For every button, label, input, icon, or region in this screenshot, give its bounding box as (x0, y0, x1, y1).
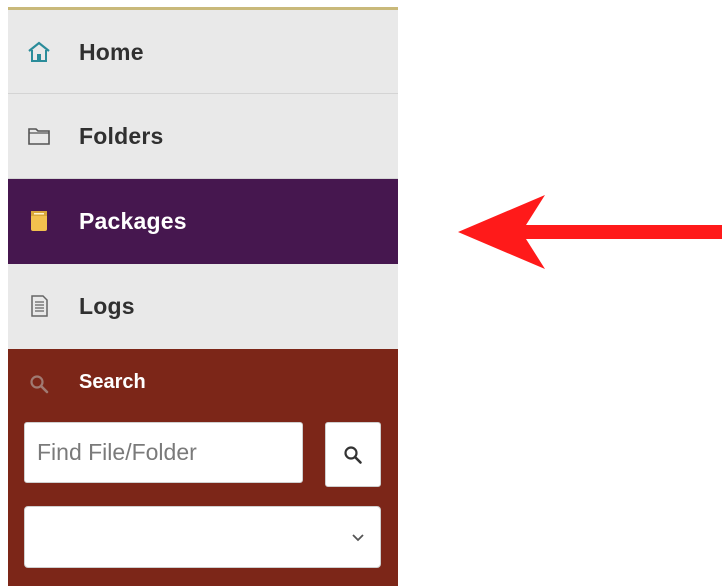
search-panel: Search (8, 349, 398, 586)
sidebar-item-label: Folders (79, 123, 164, 149)
package-icon (31, 211, 47, 231)
sidebar-item-label: Logs (79, 293, 135, 319)
magnifier-icon (344, 445, 362, 464)
filter-select[interactable] (24, 506, 381, 568)
home-icon (28, 41, 50, 62)
sidebar: Home Folders Packages Logs Search Find F… (8, 10, 398, 586)
folder-icon (28, 128, 50, 145)
sidebar-item-label: Home (79, 39, 144, 65)
search-button[interactable] (325, 422, 381, 487)
sidebar-item-home[interactable]: Home (8, 10, 398, 94)
screenshot-stage: Home Folders Packages Logs Search Find F… (0, 0, 722, 586)
red-arrow-left-icon (458, 195, 722, 269)
sidebar-item-folders[interactable]: Folders (8, 94, 398, 179)
sidebar-item-packages[interactable]: Packages (8, 179, 398, 264)
search-icon (30, 375, 49, 394)
chevron-down-icon (352, 534, 364, 542)
log-document-icon (31, 295, 48, 317)
sidebar-item-logs[interactable]: Logs (8, 264, 398, 349)
sidebar-item-label: Packages (79, 208, 187, 234)
search-input[interactable] (24, 422, 303, 483)
search-title: Search (79, 371, 146, 393)
